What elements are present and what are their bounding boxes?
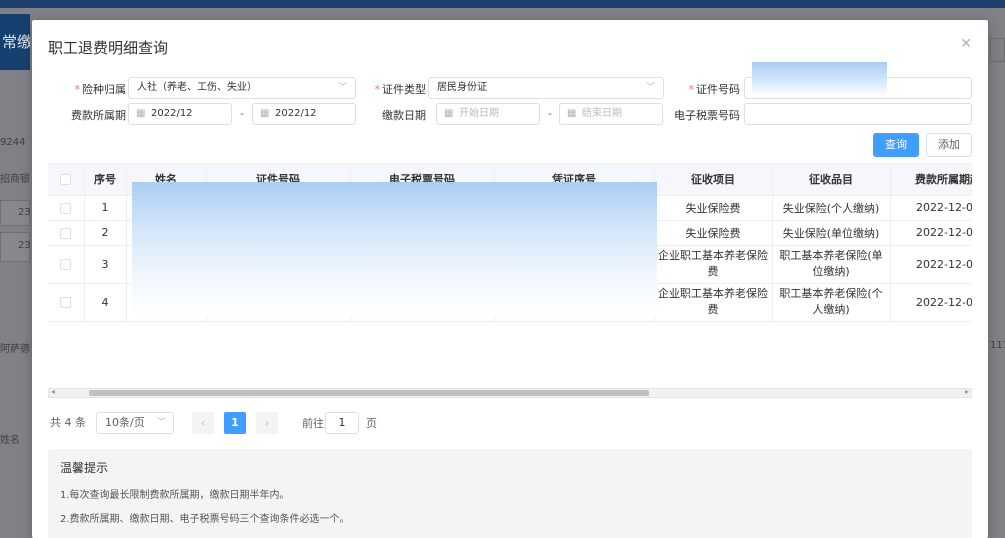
row-subitem: 职工基本养老保险(单位缴纳) bbox=[772, 245, 891, 284]
row-item: 失业保险费 bbox=[654, 220, 773, 246]
chevron-down-icon: ﹀ bbox=[645, 83, 655, 93]
column-header: 序号 bbox=[84, 164, 127, 196]
background-text: 9244 bbox=[0, 137, 26, 148]
row-period: 2022-12-01 bbox=[890, 283, 972, 322]
query-button[interactable]: 查询 bbox=[873, 133, 919, 157]
etax-no-label: 电子税票号码 bbox=[674, 109, 740, 122]
goto-label: 前往 bbox=[302, 417, 324, 430]
row-checkbox[interactable] bbox=[48, 283, 85, 322]
row-subitem: 失业保险(个人缴纳) bbox=[772, 195, 891, 221]
pagination-total: 共 4 条 bbox=[50, 416, 86, 429]
cert-no-label: * 证件号码 bbox=[688, 83, 741, 96]
goto-page-input[interactable]: 1 bbox=[325, 412, 359, 434]
insurance-type-label: * 险种归属 bbox=[74, 83, 127, 96]
dialog-title: 职工退费明细查询 bbox=[48, 39, 169, 57]
insurance-type-select[interactable]: 人社（养老、工伤、失业） ﹀ bbox=[128, 77, 356, 99]
row-period: 2022-12-01 bbox=[890, 245, 972, 284]
calendar-icon: ▦ bbox=[444, 108, 454, 119]
page-size-select[interactable]: 10条/页 ﹀ bbox=[96, 412, 174, 434]
row-period: 2022-12-01 bbox=[890, 195, 972, 221]
fee-period-start-input[interactable]: ▦ 2022/12 bbox=[128, 103, 232, 125]
background-text: 招商银 bbox=[0, 174, 30, 185]
calendar-icon: ▦ bbox=[567, 108, 577, 119]
background-page-title: 常缴 bbox=[0, 14, 30, 70]
row-checkbox[interactable] bbox=[48, 220, 85, 246]
pay-date-label: 缴款日期 bbox=[382, 109, 426, 122]
row-item: 企业职工基本养老保险费 bbox=[654, 283, 773, 322]
cert-type-label: * 证件类型 bbox=[374, 83, 427, 96]
tips-line: 2.费款所属期、缴款日期、电子税票号码三个查询条件必选一个。 bbox=[60, 514, 350, 525]
scroll-right-icon[interactable]: ▸ bbox=[965, 387, 969, 396]
pay-date-separator: - bbox=[548, 107, 552, 120]
chevron-down-icon: ﹀ bbox=[156, 418, 166, 428]
redaction-mask bbox=[752, 62, 887, 96]
refund-detail-dialog: 职工退费明细查询 ✕ * 险种归属 人社（养老、工伤、失业） ﹀ * 证件类型 居民身… bbox=[32, 20, 988, 538]
etax-no-input[interactable] bbox=[744, 103, 972, 125]
close-icon[interactable]: ✕ bbox=[960, 36, 972, 52]
calendar-icon: ▦ bbox=[136, 108, 146, 119]
row-checkbox[interactable] bbox=[48, 195, 85, 221]
row-period: 2022-12-01 bbox=[890, 220, 972, 246]
scrollbar-thumb[interactable] bbox=[89, 390, 649, 396]
add-button[interactable]: 添加 bbox=[926, 133, 972, 157]
row-subitem: 职工基本养老保险(个人缴纳) bbox=[772, 283, 891, 322]
column-header: 征收品目 bbox=[772, 164, 891, 196]
background-text: 23 bbox=[18, 207, 31, 218]
page-number-current[interactable]: 1 bbox=[224, 412, 246, 434]
row-no: 1 bbox=[84, 195, 127, 221]
next-page-button[interactable]: › bbox=[256, 412, 278, 434]
redaction-mask bbox=[132, 182, 657, 317]
calendar-icon: ▦ bbox=[260, 108, 270, 119]
select-all-checkbox[interactable] bbox=[48, 164, 85, 196]
pay-date-end-input[interactable]: ▦ 结束日期 bbox=[559, 103, 663, 125]
row-item: 企业职工基本养老保险费 bbox=[654, 245, 773, 284]
fee-period-end-input[interactable]: ▦ 2022/12 bbox=[252, 103, 356, 125]
row-no: 3 bbox=[84, 245, 127, 284]
table-horizontal-scrollbar[interactable]: ◂ ▸ bbox=[48, 387, 972, 398]
background-text: 111 bbox=[990, 340, 1005, 351]
background-text: 姓名 bbox=[0, 435, 20, 446]
row-no: 4 bbox=[84, 283, 127, 322]
background-text: 23 bbox=[18, 240, 31, 251]
fee-period-label: 费款所属期 bbox=[71, 109, 126, 122]
tips-panel: 温馨提示 1.每次查询最长限制费款所属期，缴款日期半年内。 2.费款所属期、缴款… bbox=[48, 449, 972, 538]
pay-date-start-input[interactable]: ▦ 开始日期 bbox=[436, 103, 540, 125]
background-top-bar bbox=[0, 0, 1005, 8]
cert-type-select[interactable]: 居民身份证 ﹀ bbox=[428, 77, 664, 99]
column-header: 费款所属期起 bbox=[890, 164, 972, 196]
tips-title: 温馨提示 bbox=[60, 461, 109, 475]
tips-line: 1.每次查询最长限制费款所属期，缴款日期半年内。 bbox=[60, 490, 290, 501]
goto-unit-label: 页 bbox=[366, 417, 377, 430]
column-header: 征收项目 bbox=[654, 164, 773, 196]
row-subitem: 失业保险(单位缴纳) bbox=[772, 220, 891, 246]
prev-page-button[interactable]: ‹ bbox=[192, 412, 214, 434]
row-no: 2 bbox=[84, 220, 127, 246]
background-text: 阿萨德 bbox=[0, 344, 30, 355]
scroll-left-icon[interactable]: ◂ bbox=[51, 387, 55, 396]
row-item: 失业保险费 bbox=[654, 195, 773, 221]
chevron-down-icon: ﹀ bbox=[337, 83, 347, 93]
fee-period-separator: - bbox=[240, 107, 244, 120]
background-right-button bbox=[990, 38, 1005, 62]
row-checkbox[interactable] bbox=[48, 245, 85, 284]
